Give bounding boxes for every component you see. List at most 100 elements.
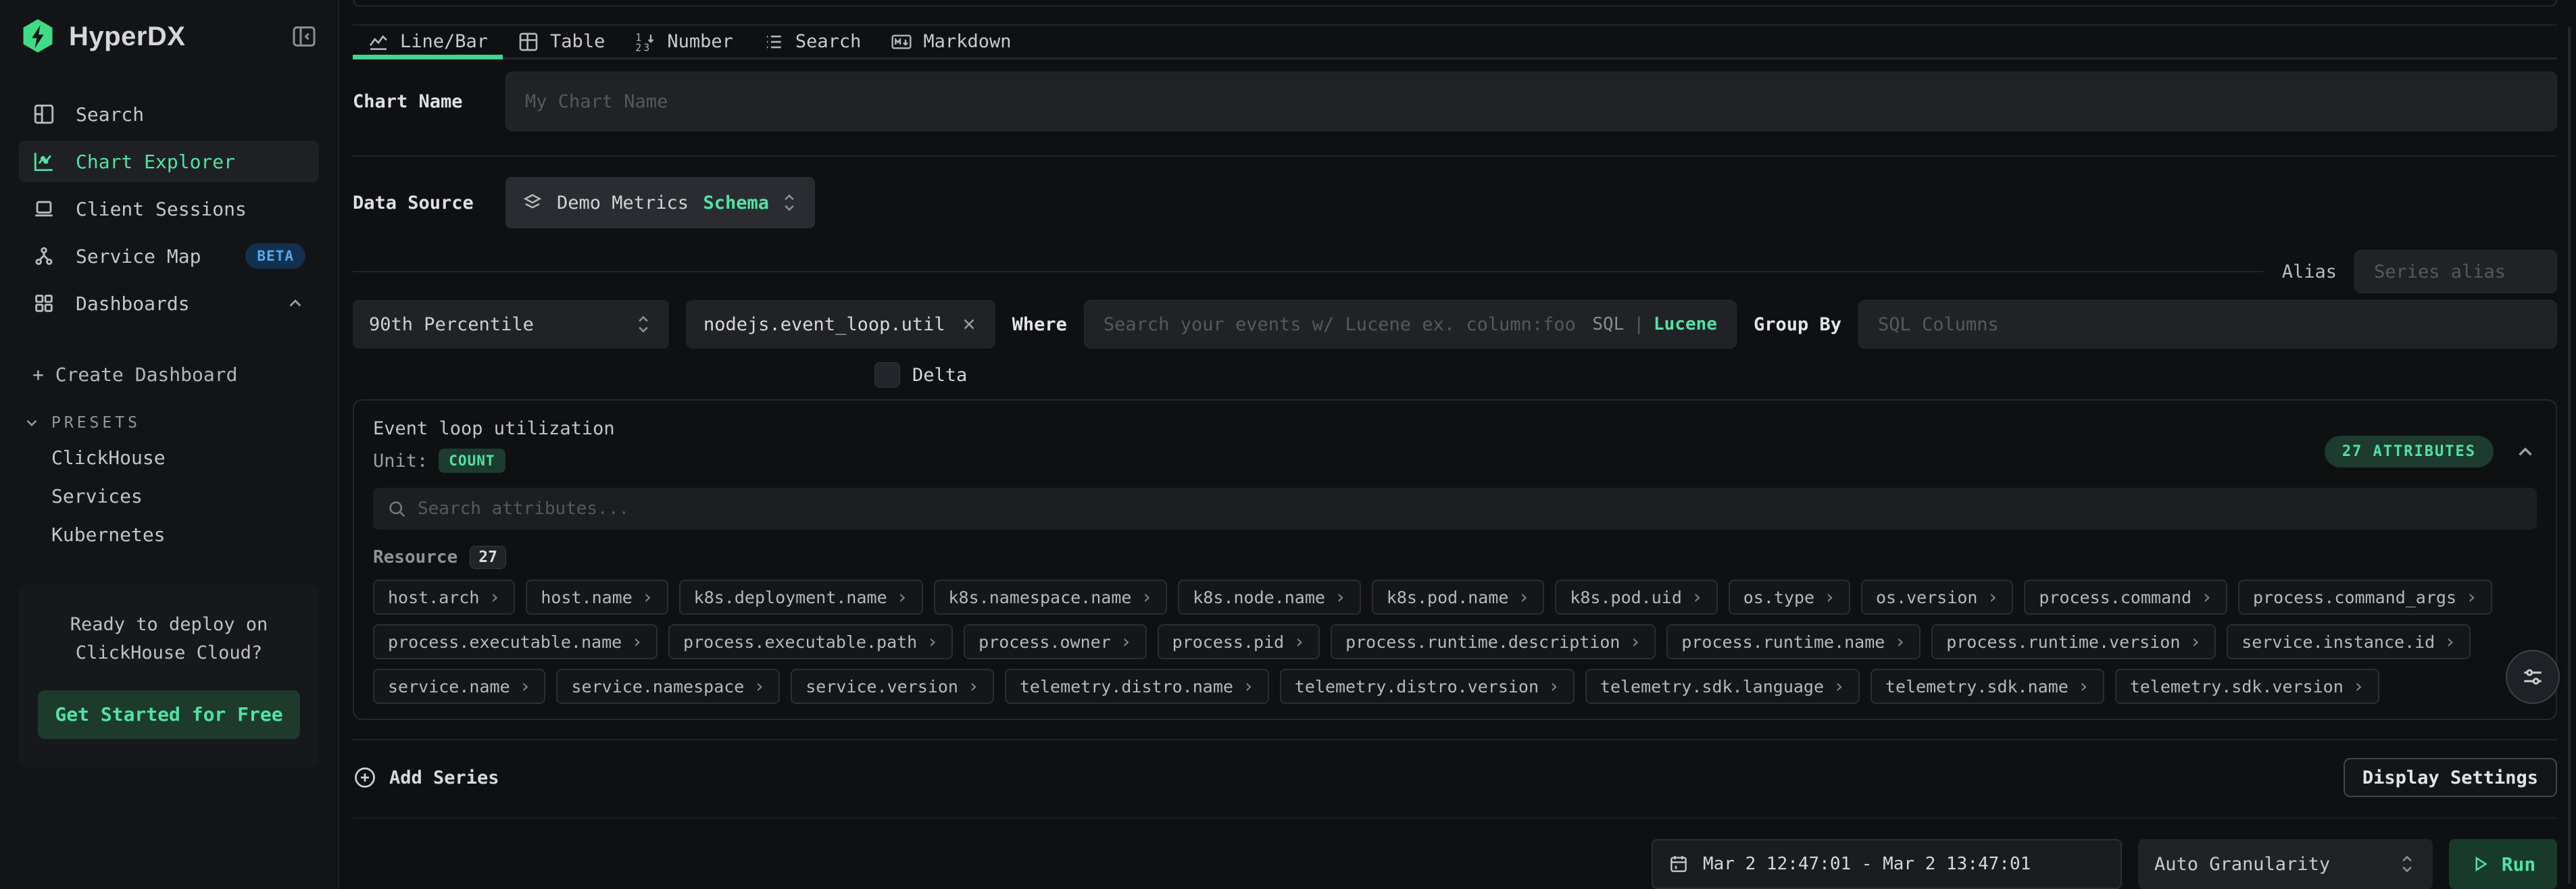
presets-toggle[interactable]: PRESETS [23,414,319,432]
attribute-chip[interactable]: process.command › [2024,580,2227,615]
run-button[interactable]: Run [2449,839,2557,889]
group-by-label: Group By [1754,314,1841,335]
chart-name-label: Chart Name [353,91,505,112]
tab-label: Number [667,31,733,52]
attribute-chip[interactable]: k8s.pod.name › [1372,580,1544,615]
tab-table[interactable]: Table [503,26,620,57]
attribute-chip[interactable]: service.name › [373,669,545,704]
attribute-chip[interactable]: process.runtime.name › [1666,624,1921,659]
where-label: Where [1012,314,1067,335]
tab-label: Table [550,31,605,52]
alias-input[interactable]: Series alias [2354,250,2557,293]
chevron-right-icon: › [520,677,531,696]
attribute-chip[interactable]: k8s.namespace.name › [934,580,1168,615]
attribute-chip[interactable]: k8s.node.name › [1178,580,1361,615]
circle-plus-icon [353,765,377,790]
tab-search[interactable]: Search [748,26,876,57]
attribute-chip[interactable]: process.pid › [1158,624,1320,659]
granularity-select[interactable]: Auto Granularity [2138,839,2433,889]
create-dashboard-button[interactable]: + Create Dashboard [20,358,319,391]
grid-icon [32,290,58,316]
select-updown-icon [780,191,799,214]
attribute-chip[interactable]: telemetry.distro.version › [1280,669,1575,704]
unit-value-badge: COUNT [439,449,505,473]
attribute-chip[interactable]: host.arch › [373,580,515,615]
delta-label: Delta [912,365,967,386]
attribute-chip[interactable]: process.runtime.version › [1931,624,2216,659]
preset-item[interactable]: Kubernetes [19,515,319,554]
sidebar-item-client-sessions[interactable]: Client Sessions [19,188,319,230]
attribute-chip[interactable]: process.owner › [964,624,1147,659]
attribute-chips: host.arch › host.name › k8s.deployment.n… [373,580,2537,704]
sidebar-item-service-map[interactable]: Service Map BETA [19,235,319,277]
time-range-picker[interactable]: Mar 2 12:47:01 - Mar 2 13:47:01 [1652,839,2122,889]
sql-option[interactable]: SQL [1592,314,1624,334]
lucene-option[interactable]: Lucene [1654,314,1717,334]
attribute-chip[interactable]: telemetry.distro.name › [1005,669,1269,704]
preset-item[interactable]: ClickHouse [19,438,319,477]
sidebar-item-search[interactable]: Search [19,93,319,135]
attribute-chip[interactable]: process.executable.path › [668,624,953,659]
attributes-search-input[interactable]: Search attributes... [373,488,2537,530]
get-started-button[interactable]: Get Started for Free [38,690,300,739]
metric-chip[interactable]: nodejs.event_loop.util [686,300,995,349]
attribute-chip[interactable]: host.name › [526,580,668,615]
markdown-icon [891,31,912,53]
attribute-chip[interactable]: process.runtime.description › [1331,624,1656,659]
app-root: HyperDX Search [0,0,2576,889]
beta-badge: BETA [245,243,305,269]
divider [353,739,2557,740]
attribute-chip[interactable]: service.version › [791,669,994,704]
presets-list: ClickHouse Services Kubernetes [19,438,319,554]
chevron-right-icon: › [1691,588,1703,607]
query-language-toggle[interactable]: SQL | Lucene [1592,314,1717,334]
attribute-chip[interactable]: k8s.pod.uid › [1555,580,1717,615]
chevron-right-icon: › [1243,677,1254,696]
chevron-up-icon[interactable] [2514,440,2537,463]
search-icon [387,499,407,519]
scrollbar[interactable] [2568,27,2571,884]
attribute-chip[interactable]: process.command_args › [2238,580,2492,615]
attribute-chip[interactable]: os.type › [1729,580,1850,615]
close-icon[interactable] [960,315,978,333]
data-source-select[interactable]: Demo Metrics Schema [505,177,815,228]
run-label: Run [2502,853,2536,875]
chevron-right-icon: › [1833,677,1845,696]
attribute-chip[interactable]: service.instance.id › [2227,624,2471,659]
chevron-right-icon: › [2466,588,2477,607]
preset-item[interactable]: Services [19,477,319,515]
chevron-right-icon: › [1335,588,1346,607]
aggregation-select[interactable]: 90th Percentile [353,300,669,349]
attribute-chip[interactable]: telemetry.sdk.name › [1871,669,2104,704]
chart-name-input[interactable]: My Chart Name [505,72,2557,131]
series-divider-line [353,271,2263,272]
group-by-input[interactable]: SQL Columns [1858,300,2557,349]
attribute-chip[interactable]: k8s.deployment.name › [679,580,923,615]
chevron-right-icon: › [753,677,765,696]
schema-link[interactable]: Schema [703,193,769,213]
attribute-chip[interactable]: process.executable.name › [373,624,658,659]
chart-line-icon [32,149,58,174]
where-search-input[interactable]: Search your events w/ Lucene ex. column:… [1084,300,1737,349]
tab-markdown[interactable]: Markdown [876,26,1026,57]
svg-text:2: 2 [636,42,642,53]
attribute-chip[interactable]: service.namespace › [556,669,780,704]
attributes-header-left: Event loop utilization Unit: COUNT [373,418,615,473]
attribute-chip[interactable]: telemetry.sdk.version › [2115,669,2379,704]
attribute-chip[interactable]: os.version › [1861,580,2013,615]
tab-number[interactable]: 1 2 3 Number [620,26,748,57]
collapse-sidebar-icon[interactable] [289,22,319,51]
attributes-search-placeholder: Search attributes... [418,499,629,519]
sidebar-item-chart-explorer[interactable]: Chart Explorer [19,141,319,182]
chevron-right-icon: › [1987,588,1998,607]
sidebar-item-label: Service Map [76,245,201,268]
app-title: HyperDX [69,22,289,52]
attribute-chip[interactable]: telemetry.sdk.language › [1585,669,1860,704]
feedback-floating-button[interactable] [2506,650,2560,704]
add-series-button[interactable]: Add Series [353,765,499,790]
sidebar-item-dashboards[interactable]: Dashboards [19,282,319,324]
delta-checkbox[interactable] [874,362,900,388]
tab-line-bar[interactable]: Line/Bar [353,26,503,57]
hierarchy-icon [32,243,58,269]
display-settings-button[interactable]: Display Settings [2344,758,2557,797]
